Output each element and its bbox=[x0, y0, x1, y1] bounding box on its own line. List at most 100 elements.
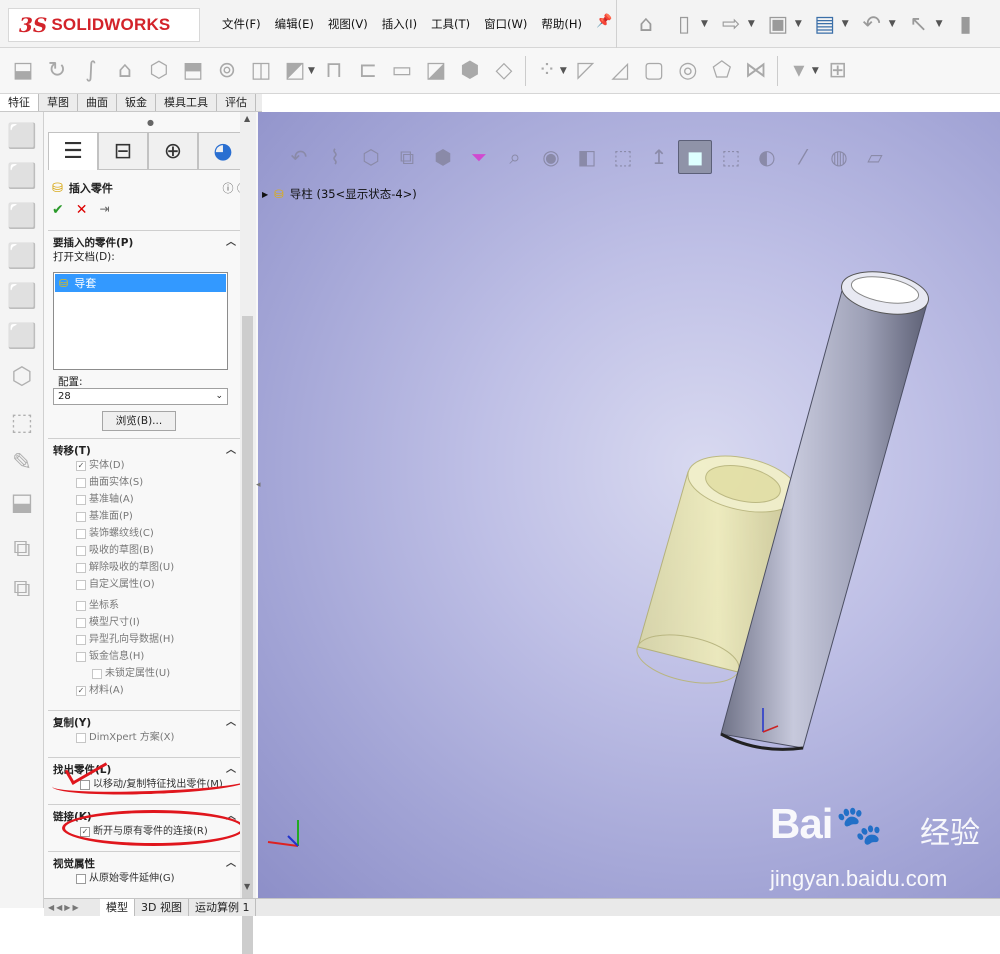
collapse-chevron-icon[interactable]: ︿ bbox=[226, 854, 236, 869]
tab-3d-views[interactable]: 3D 视图 bbox=[135, 899, 189, 916]
tab-scroll-arrows[interactable]: ◀◀▶▶ bbox=[44, 903, 100, 912]
menu-window[interactable]: 窗口(W) bbox=[477, 16, 534, 32]
transfer-option-checkbox[interactable]: 曲面实体(S) bbox=[48, 474, 240, 491]
cube-icon[interactable]: ⬜ bbox=[6, 200, 38, 232]
chevron-down-icon[interactable]: ▼ bbox=[889, 19, 896, 29]
boundary-boss-icon[interactable]: ⬡ bbox=[142, 52, 176, 90]
section-title[interactable]: 要插入的零件(P) ︿ bbox=[48, 231, 240, 249]
panel-scrollbar[interactable]: ▲ ▼ bbox=[240, 112, 256, 954]
intersect-icon[interactable]: ⬢ bbox=[453, 52, 487, 90]
chevron-down-icon[interactable]: ▼ bbox=[842, 19, 849, 29]
select-arrow-icon[interactable]: ↖ bbox=[902, 7, 936, 41]
transfer-option-checkbox[interactable]: 未锁定属性(U) bbox=[48, 665, 240, 682]
rapid-sketch-icon[interactable]: ◎ bbox=[671, 52, 705, 90]
cube-icon[interactable]: ⬜ bbox=[6, 120, 38, 152]
extruded-cut-icon[interactable]: ⬒ bbox=[176, 52, 210, 90]
open-document-icon[interactable]: ⇨ bbox=[714, 7, 748, 41]
feature-manager-tab[interactable]: ☰ bbox=[48, 132, 98, 170]
checkbox-box[interactable] bbox=[76, 545, 86, 556]
extruded-boss-icon[interactable]: ⬓ bbox=[6, 52, 40, 90]
instant3d-icon[interactable]: ▢ bbox=[637, 52, 671, 90]
tab-evaluate[interactable]: 评估 bbox=[217, 94, 256, 111]
section-title[interactable]: 转移(T) ︿ bbox=[48, 439, 240, 457]
tab-surfaces[interactable]: 曲面 bbox=[78, 94, 117, 111]
coordinate-system-icon[interactable]: ⊞ bbox=[821, 52, 855, 90]
new-document-icon[interactable]: ▯ bbox=[667, 7, 701, 41]
transfer-option-checkbox[interactable]: 模型尺寸(I) bbox=[48, 614, 240, 631]
menu-tools[interactable]: 工具(T) bbox=[424, 16, 477, 32]
panel-splitter-handle[interactable]: ◂ bbox=[256, 480, 262, 500]
transfer-option-checkbox[interactable]: 钣金信息(H) bbox=[48, 648, 240, 665]
transfer-option-checkbox[interactable]: 吸收的草图(B) bbox=[48, 542, 240, 559]
checkbox-box[interactable] bbox=[76, 562, 86, 573]
pin-menu-icon[interactable]: 📌 bbox=[596, 14, 612, 29]
menu-help[interactable]: 帮助(H) bbox=[534, 16, 589, 32]
split-icon[interactable]: ⋈ bbox=[739, 52, 773, 90]
transfer-option-checkbox[interactable]: 基准面(P) bbox=[48, 508, 240, 525]
checkbox-box[interactable] bbox=[76, 634, 86, 645]
transfer-option-checkbox[interactable]: 基准轴(A) bbox=[48, 491, 240, 508]
tab-features[interactable]: 特征 bbox=[0, 94, 39, 111]
revolved-boss-icon[interactable]: ↻ bbox=[40, 52, 74, 90]
transfer-option-checkbox[interactable]: 异型孔向导数据(H) bbox=[48, 631, 240, 648]
cube-icon[interactable]: ⬜ bbox=[6, 160, 38, 192]
collapse-chevron-icon[interactable]: ︿ bbox=[226, 441, 236, 456]
transfer-option-checkbox[interactable]: 装饰螺纹线(C) bbox=[48, 525, 240, 542]
list-item[interactable]: ⛁ 导套 bbox=[55, 274, 226, 292]
tab-sheet-metal[interactable]: 钣金 bbox=[117, 94, 156, 111]
undo-icon[interactable]: ↶ bbox=[855, 7, 889, 41]
wrench-icon[interactable]: ✎ bbox=[6, 446, 38, 478]
checkbox-box[interactable]: ✓ bbox=[76, 685, 86, 696]
ok-check-icon[interactable]: ✔ bbox=[52, 202, 64, 218]
reference-geometry-icon[interactable]: ◸ bbox=[569, 52, 603, 90]
transfer-option-checkbox[interactable]: 自定义属性(O) bbox=[48, 576, 240, 593]
point-icon[interactable]: ▾ bbox=[782, 52, 816, 90]
fillet-icon[interactable]: ◩ bbox=[278, 52, 312, 90]
mirror-icon[interactable]: ◇ bbox=[487, 52, 521, 90]
copy-icon[interactable]: ⧉ bbox=[6, 532, 38, 564]
checkbox-box[interactable] bbox=[76, 600, 86, 611]
menu-edit[interactable]: 编辑(E) bbox=[268, 16, 321, 32]
chevron-down-icon[interactable]: ▼ bbox=[308, 66, 315, 76]
propagate-visual-checkbox[interactable]: 从原始零件延伸(G) bbox=[48, 870, 240, 887]
property-manager-tab[interactable]: ⊟ bbox=[98, 132, 148, 170]
chevron-down-icon[interactable]: ▼ bbox=[936, 19, 943, 29]
scrollbar-thumb[interactable] bbox=[242, 316, 253, 954]
chevron-down-icon[interactable]: ▼ bbox=[812, 66, 819, 76]
collapse-chevron-icon[interactable]: ︿ bbox=[226, 233, 236, 248]
menu-file[interactable]: 文件(F) bbox=[215, 16, 268, 32]
chevron-down-icon[interactable]: ▼ bbox=[748, 19, 755, 29]
chevron-down-icon[interactable]: ▼ bbox=[795, 19, 802, 29]
section-title[interactable]: 视觉属性 ︿ bbox=[48, 852, 240, 870]
home-icon[interactable]: ⌂ bbox=[629, 7, 663, 41]
checkbox-box[interactable] bbox=[76, 511, 86, 522]
move-face-icon[interactable]: ⬠ bbox=[705, 52, 739, 90]
configuration-manager-tab[interactable]: ⊕ bbox=[148, 132, 198, 170]
configuration-select[interactable]: 28 ⌄ bbox=[53, 388, 228, 405]
collapse-chevron-icon[interactable]: ︿ bbox=[226, 713, 236, 728]
tab-sketch[interactable]: 草图 bbox=[39, 94, 78, 111]
chevron-down-icon[interactable]: ▼ bbox=[701, 19, 708, 29]
dimxpert-checkbox[interactable]: DimXpert 方案(X) bbox=[48, 729, 240, 746]
checkbox-box[interactable] bbox=[76, 617, 86, 628]
move-copy-icon[interactable]: ⬓ bbox=[6, 486, 38, 518]
tab-motion-study[interactable]: 运动算例 1 bbox=[189, 899, 257, 916]
cube-icon[interactable]: ⬜ bbox=[6, 320, 38, 352]
hole-wizard-icon[interactable]: ⊚ bbox=[210, 52, 244, 90]
swept-boss-icon[interactable]: ∫ bbox=[74, 52, 108, 90]
checkbox-box[interactable] bbox=[76, 579, 86, 590]
tab-model[interactable]: 模型 bbox=[100, 899, 135, 916]
chevron-down-icon[interactable]: ▼ bbox=[560, 66, 567, 76]
transfer-option-checkbox[interactable]: 坐标系 bbox=[48, 597, 240, 614]
cube-icon[interactable]: ⬜ bbox=[6, 240, 38, 272]
print-icon[interactable]: ▤ bbox=[808, 7, 842, 41]
revolved-cut-icon[interactable]: ◫ bbox=[244, 52, 278, 90]
wrap-icon[interactable]: ◪ bbox=[419, 52, 453, 90]
solidworks-logo[interactable]: 3S SOLIDWORKS bbox=[8, 8, 200, 42]
checkbox-box[interactable] bbox=[76, 528, 86, 539]
pushpin-icon[interactable]: ⇥ bbox=[99, 202, 109, 218]
iso-cube-icon[interactable]: ⬡ bbox=[6, 360, 38, 392]
graphics-viewport[interactable]: ↶ ⌇ ⬡ ⧉ ⬢ ⏷ ⌕ ◉ ◧ ⬚ ↥ ◼ ⬚ ◐ ⁄ ◍ ▱ ▶ ⛁ 导柱… bbox=[258, 112, 1000, 898]
open-documents-list[interactable]: ⛁ 导套 bbox=[53, 272, 228, 370]
cube-icon[interactable]: ⬜ bbox=[6, 280, 38, 312]
